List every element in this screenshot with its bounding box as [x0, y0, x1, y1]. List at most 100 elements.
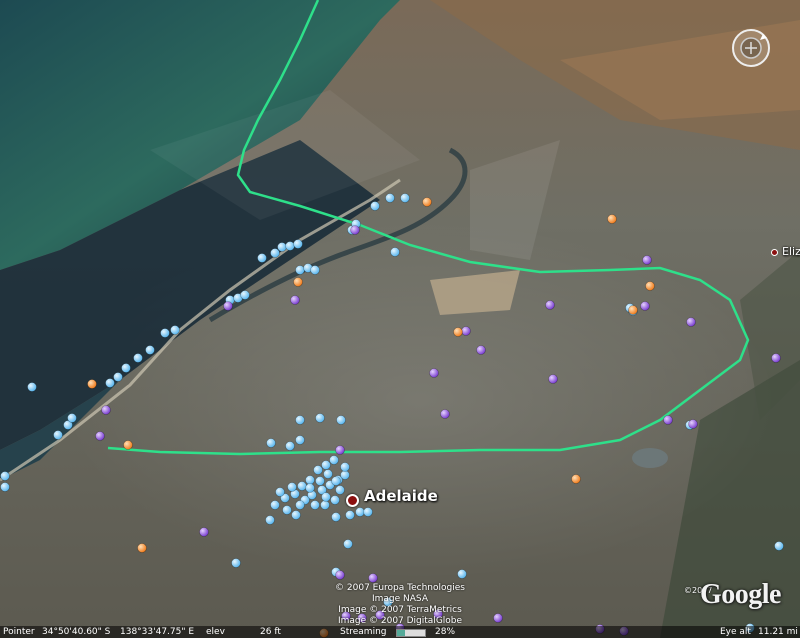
poi-marker-blue[interactable]: [0, 471, 10, 481]
poi-marker-purple[interactable]: [335, 570, 345, 580]
poi-marker-orange[interactable]: [628, 305, 638, 315]
attribution-line: © 2007 Europa Technologies: [335, 583, 465, 593]
poi-marker-purple[interactable]: [350, 225, 360, 235]
poi-marker-blue[interactable]: [340, 462, 350, 472]
poi-marker-blue[interactable]: [291, 510, 301, 520]
poi-marker-orange[interactable]: [453, 327, 463, 337]
poi-marker-purple[interactable]: [642, 255, 652, 265]
poi-marker-blue[interactable]: [113, 372, 123, 382]
poi-marker-orange[interactable]: [123, 440, 133, 450]
poi-marker-blue[interactable]: [385, 193, 395, 203]
poi-marker-purple[interactable]: [686, 317, 696, 327]
poi-marker-purple[interactable]: [95, 431, 105, 441]
poi-marker-blue[interactable]: [305, 475, 315, 485]
poi-marker-blue[interactable]: [270, 500, 280, 510]
poi-marker-blue[interactable]: [295, 265, 305, 275]
poi-marker-blue[interactable]: [266, 438, 276, 448]
poi-marker-blue[interactable]: [297, 481, 307, 491]
poi-marker-blue[interactable]: [400, 193, 410, 203]
poi-marker-blue[interactable]: [145, 345, 155, 355]
poi-marker-purple[interactable]: [688, 419, 698, 429]
poi-marker-purple[interactable]: [290, 295, 300, 305]
poi-marker-blue[interactable]: [282, 505, 292, 515]
poi-marker-blue[interactable]: [310, 265, 320, 275]
poi-marker-blue[interactable]: [370, 201, 380, 211]
city-marker-adelaide[interactable]: [346, 494, 359, 507]
poi-marker-blue[interactable]: [295, 435, 305, 445]
poi-marker-blue[interactable]: [240, 290, 250, 300]
poi-marker-blue[interactable]: [321, 460, 331, 470]
poi-marker-purple[interactable]: [368, 573, 378, 583]
poi-marker-blue[interactable]: [335, 485, 345, 495]
poi-marker-purple[interactable]: [548, 374, 558, 384]
poi-marker-orange[interactable]: [645, 281, 655, 291]
city-marker-elizabeth[interactable]: [771, 249, 778, 256]
poi-marker-blue[interactable]: [315, 476, 325, 486]
poi-marker-purple[interactable]: [663, 415, 673, 425]
poi-marker-blue[interactable]: [0, 482, 10, 492]
poi-marker-blue[interactable]: [231, 558, 241, 568]
terrain-view[interactable]: [0, 0, 800, 638]
poi-marker-blue[interactable]: [330, 495, 340, 505]
poi-marker-purple[interactable]: [493, 613, 503, 623]
poi-marker-blue[interactable]: [275, 487, 285, 497]
poi-marker-blue[interactable]: [321, 492, 331, 502]
poi-marker-blue[interactable]: [285, 241, 295, 251]
poi-marker-purple[interactable]: [429, 368, 439, 378]
poi-marker-blue[interactable]: [257, 253, 267, 263]
poi-marker-purple[interactable]: [545, 300, 555, 310]
poi-marker-blue[interactable]: [313, 465, 323, 475]
poi-marker-blue[interactable]: [295, 500, 305, 510]
poi-marker-blue[interactable]: [53, 430, 63, 440]
poi-marker-blue[interactable]: [320, 500, 330, 510]
poi-marker-blue[interactable]: [293, 239, 303, 249]
poi-marker-purple[interactable]: [223, 301, 233, 311]
poi-marker-purple[interactable]: [771, 353, 781, 363]
map-viewport[interactable]: Adelaide Eliz © 2007 Europa Technologies…: [0, 0, 800, 638]
poi-marker-blue[interactable]: [323, 469, 333, 479]
navigation-compass[interactable]: [729, 26, 773, 70]
poi-marker-blue[interactable]: [277, 242, 287, 252]
poi-marker-orange[interactable]: [422, 197, 432, 207]
poi-marker-blue[interactable]: [285, 441, 295, 451]
poi-marker-blue[interactable]: [457, 569, 467, 579]
poi-marker-orange[interactable]: [137, 543, 147, 553]
poi-marker-purple[interactable]: [199, 527, 209, 537]
poi-marker-purple[interactable]: [335, 445, 345, 455]
poi-marker-blue[interactable]: [336, 415, 346, 425]
place-label-adelaide[interactable]: Adelaide: [364, 487, 438, 505]
place-label-elizabeth[interactable]: Eliz: [782, 245, 800, 258]
poi-marker-blue[interactable]: [160, 328, 170, 338]
poi-marker-blue[interactable]: [287, 482, 297, 492]
poi-marker-orange[interactable]: [607, 214, 617, 224]
poi-marker-blue[interactable]: [363, 507, 373, 517]
poi-marker-blue[interactable]: [310, 500, 320, 510]
poi-marker-blue[interactable]: [331, 476, 341, 486]
poi-marker-blue[interactable]: [305, 483, 315, 493]
poi-marker-blue[interactable]: [105, 378, 115, 388]
poi-marker-purple[interactable]: [640, 301, 650, 311]
poi-marker-blue[interactable]: [265, 515, 275, 525]
poi-marker-purple[interactable]: [440, 409, 450, 419]
poi-marker-blue[interactable]: [27, 382, 37, 392]
poi-marker-purple[interactable]: [461, 326, 471, 336]
poi-marker-blue[interactable]: [295, 415, 305, 425]
poi-marker-purple[interactable]: [476, 345, 486, 355]
poi-marker-purple[interactable]: [101, 405, 111, 415]
poi-marker-blue[interactable]: [345, 510, 355, 520]
poi-marker-blue[interactable]: [331, 512, 341, 522]
poi-marker-blue[interactable]: [121, 363, 131, 373]
poi-marker-orange[interactable]: [293, 277, 303, 287]
poi-marker-blue[interactable]: [315, 413, 325, 423]
poi-marker-blue[interactable]: [355, 507, 365, 517]
poi-marker-orange[interactable]: [87, 379, 97, 389]
poi-marker-blue[interactable]: [343, 539, 353, 549]
poi-marker-blue[interactable]: [390, 247, 400, 257]
poi-marker-blue[interactable]: [329, 455, 339, 465]
poi-marker-blue[interactable]: [67, 413, 77, 423]
poi-marker-orange[interactable]: [571, 474, 581, 484]
poi-marker-blue[interactable]: [340, 470, 350, 480]
poi-marker-blue[interactable]: [774, 541, 784, 551]
poi-marker-blue[interactable]: [133, 353, 143, 363]
poi-marker-blue[interactable]: [170, 325, 180, 335]
